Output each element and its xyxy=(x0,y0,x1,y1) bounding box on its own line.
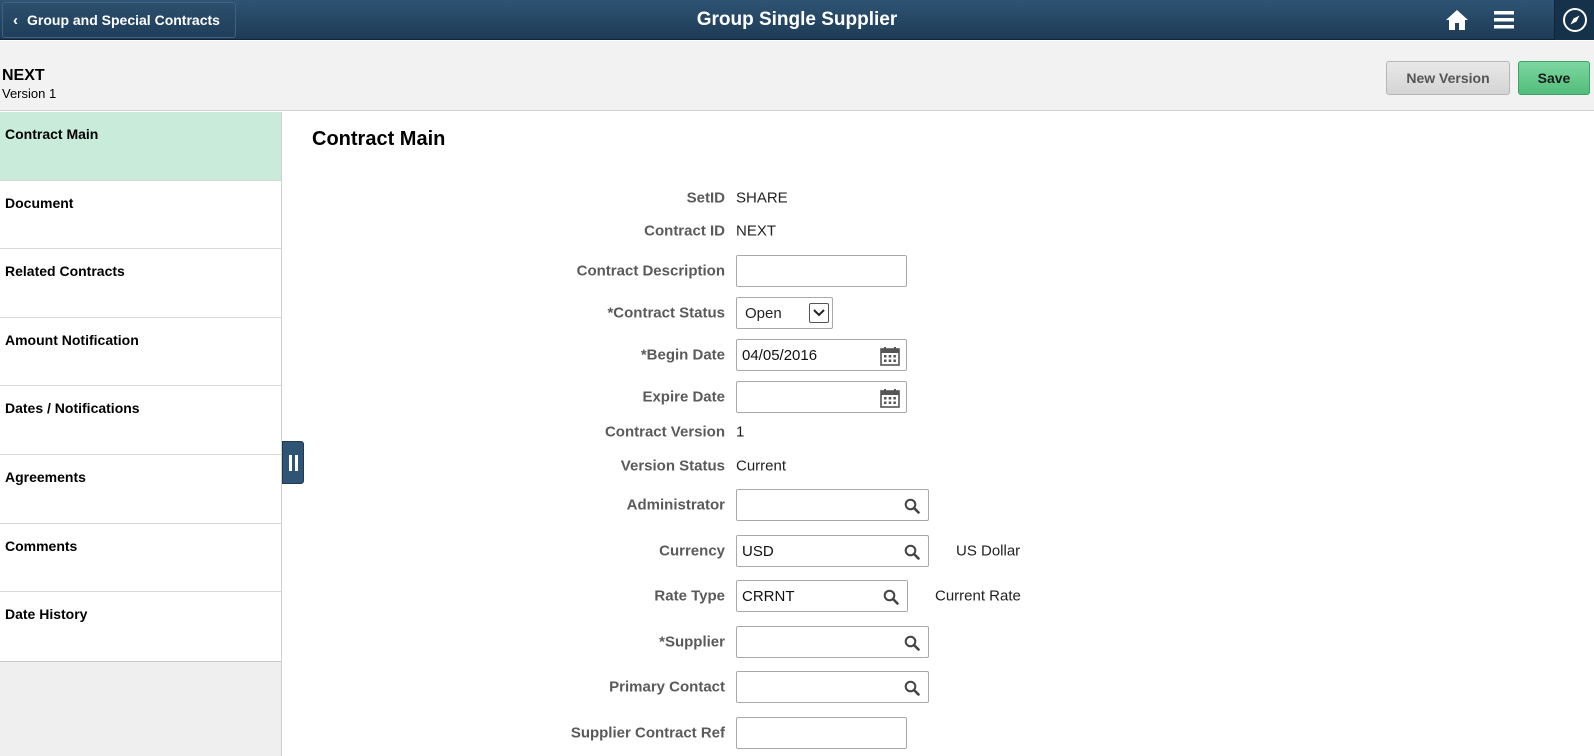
version-label: Version 1 xyxy=(2,86,57,101)
administrator-row: Administrator xyxy=(300,489,1300,521)
section-title: Contract Main xyxy=(312,128,446,150)
sidebar-item-agreements[interactable]: Agreements xyxy=(0,454,281,524)
expire-date-row: Expire Date xyxy=(300,381,1300,413)
contract-id-row: Contract ID NEXT xyxy=(300,215,1300,247)
sidebar-item-related-contracts[interactable]: Related Contracts xyxy=(0,249,281,318)
contract-status-value: Open xyxy=(745,304,782,322)
rate-type-row: Rate Type CRRNT Current Rate xyxy=(300,580,1300,612)
expire-date-input[interactable] xyxy=(736,381,907,413)
new-version-button[interactable]: New Version xyxy=(1386,61,1510,95)
rate-type-input[interactable]: CRRNT xyxy=(736,580,908,612)
version-status-label: Version Status xyxy=(620,457,725,475)
administrator-input[interactable] xyxy=(736,489,929,521)
currency-value: USD xyxy=(742,542,774,560)
rate-type-description: Current Rate xyxy=(935,587,1021,605)
page-header: NEXT Version 1 New Version Save xyxy=(0,41,1594,111)
supplier-row: *Supplier xyxy=(300,626,1300,658)
search-icon[interactable] xyxy=(901,677,923,699)
back-button-label: Group and Special Contracts xyxy=(27,12,220,28)
pause-bar-icon xyxy=(288,454,292,471)
setid-label: SetID xyxy=(686,189,725,207)
home-icon[interactable] xyxy=(1443,6,1471,34)
contract-id-label: Contract ID xyxy=(644,222,725,240)
contract-version-label: Contract Version xyxy=(604,423,725,441)
begin-date-value: 04/05/2016 xyxy=(742,346,818,364)
contract-status-row: *Contract Status Open xyxy=(300,297,1300,329)
version-status-value: Current xyxy=(736,457,787,475)
contract-version-value: 1 xyxy=(736,423,745,441)
top-banner: ‹ Group and Special Contracts Group Sing… xyxy=(0,0,1594,40)
supplier-contract-ref-label: Supplier Contract Ref xyxy=(570,724,725,742)
page-title: Group Single Supplier xyxy=(696,9,898,30)
supplier-contract-ref-input[interactable] xyxy=(736,717,907,749)
setid-value: SHARE xyxy=(736,189,788,207)
version-status-row: Version Status Current xyxy=(300,450,1300,482)
back-button[interactable]: ‹ Group and Special Contracts xyxy=(2,2,236,38)
expire-date-label: Expire Date xyxy=(642,388,725,406)
search-icon[interactable] xyxy=(880,586,902,608)
supplier-contract-ref-row: Supplier Contract Ref xyxy=(300,717,1300,749)
search-icon[interactable] xyxy=(901,632,923,654)
chevron-down-icon xyxy=(809,303,829,323)
contract-status-label: *Contract Status xyxy=(607,304,725,322)
primary-contact-label: Primary Contact xyxy=(609,678,725,696)
rate-type-value: CRRNT xyxy=(742,587,795,605)
sidebar: Contract Main Document Related Contracts… xyxy=(0,112,282,756)
contract-description-input[interactable] xyxy=(736,255,907,287)
contract-status-select[interactable]: Open xyxy=(736,297,833,329)
currency-label: Currency xyxy=(659,542,725,560)
sidebar-item-contract-main[interactable]: Contract Main xyxy=(0,112,281,181)
supplier-input[interactable] xyxy=(736,626,929,658)
sidebar-item-comments[interactable]: Comments xyxy=(0,523,281,593)
contract-description-row: Contract Description xyxy=(300,255,1300,287)
chevron-left-icon: ‹ xyxy=(13,11,18,29)
menu-icon[interactable] xyxy=(1490,6,1518,34)
sidebar-item-date-history[interactable]: Date History xyxy=(0,592,281,661)
contract-description-label: Contract Description xyxy=(576,262,725,280)
sidebar-item-amount-notification[interactable]: Amount Notification xyxy=(0,317,281,387)
calendar-icon[interactable] xyxy=(879,387,901,409)
currency-description: US Dollar xyxy=(956,542,1021,560)
sidebar-list: Contract Main Document Related Contracts… xyxy=(0,112,281,662)
pause-bar-icon xyxy=(294,454,298,471)
rate-type-label: Rate Type xyxy=(654,587,725,605)
compass-icon[interactable] xyxy=(1554,0,1594,40)
contract-name: NEXT xyxy=(2,67,45,84)
calendar-icon[interactable] xyxy=(879,345,901,367)
begin-date-row: *Begin Date 04/05/2016 xyxy=(300,339,1300,371)
sidebar-item-document[interactable]: Document xyxy=(0,180,281,250)
currency-row: Currency USD US Dollar xyxy=(300,535,1300,567)
supplier-label: *Supplier xyxy=(659,633,725,651)
currency-input[interactable]: USD xyxy=(736,535,929,567)
primary-contact-row: Primary Contact xyxy=(300,671,1300,703)
administrator-label: Administrator xyxy=(626,496,725,514)
contract-id-value: NEXT xyxy=(736,222,777,240)
begin-date-input[interactable]: 04/05/2016 xyxy=(736,339,907,371)
setid-row: SetID SHARE xyxy=(300,182,1300,214)
contract-version-row: Contract Version 1 xyxy=(300,416,1300,448)
begin-date-label: *Begin Date xyxy=(640,346,725,364)
primary-contact-input[interactable] xyxy=(736,671,929,703)
save-button[interactable]: Save xyxy=(1518,61,1590,95)
search-icon[interactable] xyxy=(901,495,923,517)
sidebar-item-dates-notifications[interactable]: Dates / Notifications xyxy=(0,386,281,455)
search-icon[interactable] xyxy=(901,541,923,563)
